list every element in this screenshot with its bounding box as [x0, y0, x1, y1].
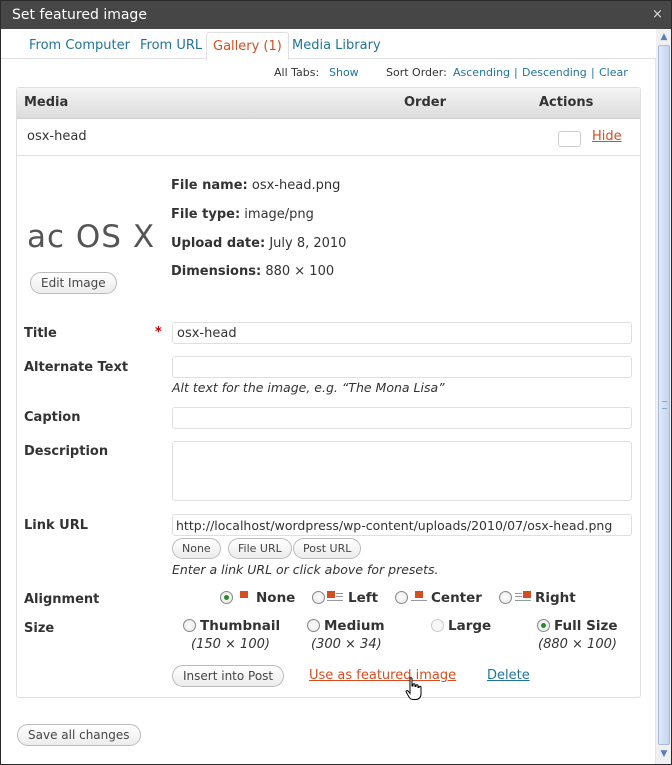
description-label: Description: [24, 444, 109, 459]
align-left-label[interactable]: Left: [348, 590, 378, 606]
file-name-info: File name: osx-head.png: [171, 178, 340, 193]
align-right-icon: [515, 590, 531, 602]
tab-from-url[interactable]: From URL: [134, 32, 208, 60]
size-full-radio[interactable]: [537, 619, 550, 632]
size-label: Size: [24, 621, 55, 636]
upload-tabs: From Computer From URL Gallery (1) Media…: [1, 29, 656, 60]
dimensions-value: 880 × 100: [265, 264, 335, 279]
actions-column-header: Actions: [539, 95, 594, 110]
caption-label: Caption: [24, 410, 81, 425]
align-left-icon: [327, 590, 343, 602]
alt-text-label: Alternate Text: [24, 360, 129, 375]
align-left-radio[interactable]: [312, 591, 325, 604]
size-medium-dims: (300 × 34): [311, 637, 382, 652]
size-large-radio: [431, 619, 444, 632]
link-none-button[interactable]: None: [172, 538, 221, 559]
align-none-label[interactable]: None: [256, 590, 295, 606]
media-item-row: osx-head Hide: [17, 119, 640, 156]
sort-descending-link[interactable]: Descending: [522, 66, 587, 79]
use-as-featured-image-link[interactable]: Use as featured image: [309, 668, 456, 683]
align-center-radio[interactable]: [395, 591, 408, 604]
size-medium-label[interactable]: Medium: [324, 618, 385, 634]
alt-text-input[interactable]: [172, 356, 632, 378]
hide-details-link[interactable]: Hide: [592, 129, 622, 144]
sort-clear-link[interactable]: Clear: [599, 66, 628, 79]
scroll-up-icon[interactable]: ▲: [658, 30, 670, 44]
align-right-label[interactable]: Right: [535, 590, 576, 606]
save-all-changes-button[interactable]: Save all changes: [17, 724, 141, 746]
link-url-help: Enter a link URL or click above for pres…: [172, 562, 439, 577]
media-item-name: osx-head: [27, 129, 87, 144]
scrollbar-thumb[interactable]: [658, 45, 670, 745]
file-type-info: File type: image/png: [171, 207, 314, 222]
link-url-input[interactable]: [172, 514, 632, 536]
tab-media-library[interactable]: Media Library: [286, 32, 387, 60]
featured-image-dialog: Set featured image × ▲ ▼ From Computer F…: [0, 0, 672, 765]
size-thumbnail-label[interactable]: Thumbnail: [200, 618, 280, 634]
scroll-down-icon[interactable]: ▼: [658, 747, 670, 761]
description-textarea[interactable]: [172, 441, 632, 501]
media-table-header: Media Order Actions: [17, 88, 640, 119]
separator: |: [591, 66, 595, 79]
file-type-value: image/png: [244, 207, 314, 222]
all-tabs-label: All Tabs:: [274, 66, 320, 79]
upload-date-value: July 8, 2010: [269, 236, 347, 251]
size-thumbnail-radio[interactable]: [183, 619, 196, 632]
dimensions-info: Dimensions: 880 × 100: [171, 264, 334, 279]
upload-date-info: Upload date: July 8, 2010: [171, 236, 346, 251]
title-label: Title: [24, 326, 57, 341]
link-file-url-button[interactable]: File URL: [228, 538, 292, 559]
size-large-label: Large: [448, 618, 492, 634]
size-full-dims: (880 × 100): [538, 637, 617, 652]
order-column-header: Order: [404, 95, 446, 110]
vertical-scrollbar[interactable]: ▲ ▼: [655, 29, 671, 764]
file-name-label: File name:: [171, 178, 248, 193]
show-all-tabs-link[interactable]: Show: [329, 66, 359, 79]
link-url-label: Link URL: [24, 518, 89, 533]
align-none-radio[interactable]: [220, 591, 233, 604]
media-item-box: Media Order Actions osx-head Hide ac OS …: [16, 87, 641, 698]
menu-order-input[interactable]: [558, 131, 581, 147]
dimensions-label: Dimensions:: [171, 264, 262, 279]
align-center-icon: [411, 590, 427, 602]
align-right-radio[interactable]: [499, 591, 512, 604]
caption-input[interactable]: [172, 407, 632, 429]
size-full-label[interactable]: Full Size: [554, 618, 617, 634]
alt-text-help: Alt text for the image, e.g. “The Mona L…: [172, 380, 445, 395]
link-post-url-button[interactable]: Post URL: [293, 538, 362, 559]
delete-link[interactable]: Delete: [487, 668, 530, 683]
title-input[interactable]: [172, 322, 632, 344]
hand-cursor-icon: [405, 677, 422, 700]
size-thumbnail-dims: (150 × 100): [191, 637, 270, 652]
dialog-titlebar: Set featured image ×: [1, 1, 671, 29]
sort-order-label: Sort Order:: [386, 66, 447, 79]
upload-date-label: Upload date:: [171, 236, 266, 251]
align-center-label[interactable]: Center: [431, 590, 482, 606]
required-mark: *: [155, 325, 162, 340]
separator: |: [514, 66, 518, 79]
file-type-label: File type:: [171, 207, 241, 222]
align-none-icon: [237, 590, 253, 602]
size-medium-radio[interactable]: [307, 619, 320, 632]
sort-ascending-link[interactable]: Ascending: [453, 66, 510, 79]
edit-image-button[interactable]: Edit Image: [30, 272, 117, 294]
dialog-title: Set featured image: [12, 7, 147, 23]
insert-into-post-button[interactable]: Insert into Post: [172, 665, 285, 687]
tab-gallery[interactable]: Gallery (1): [206, 32, 289, 60]
close-icon[interactable]: ×: [651, 8, 664, 21]
alignment-label: Alignment: [24, 592, 100, 607]
media-column-header: Media: [24, 95, 69, 110]
thumbnail-text: ac OS X: [29, 219, 156, 255]
image-thumbnail: ac OS X: [29, 211, 157, 259]
tab-from-computer[interactable]: From Computer: [23, 32, 136, 60]
sort-bar: All Tabs: Show Sort Order: Ascending | D…: [1, 66, 641, 80]
file-name-value: osx-head.png: [251, 178, 341, 193]
